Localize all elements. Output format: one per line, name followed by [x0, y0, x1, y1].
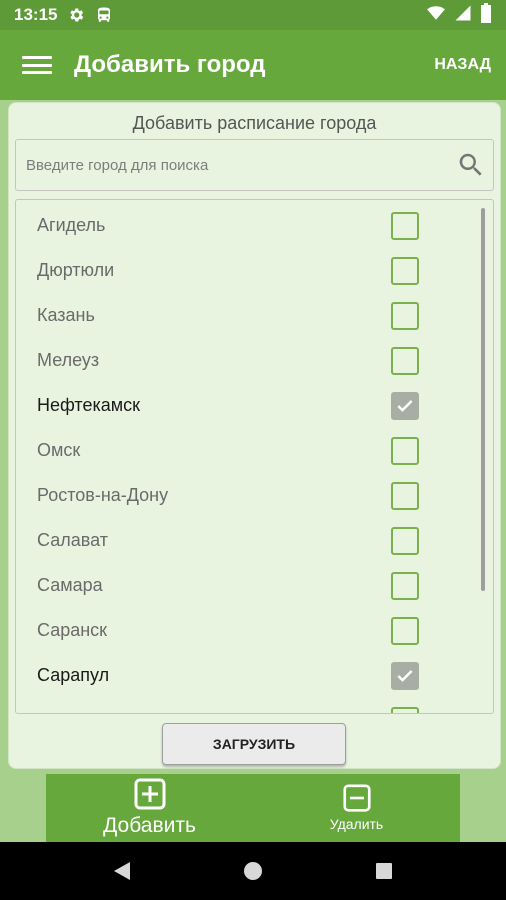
hamburger-icon[interactable]: [22, 53, 52, 77]
city-checkbox[interactable]: [391, 346, 419, 375]
recents-icon[interactable]: [374, 861, 394, 881]
home-icon[interactable]: [242, 860, 264, 882]
city-checkbox[interactable]: [391, 661, 419, 690]
load-button[interactable]: ЗАГРУЗИТЬ: [162, 723, 346, 765]
list-item[interactable]: Сарапул: [16, 653, 493, 698]
list-item[interactable]: Казань: [16, 293, 493, 338]
city-name: Нефтекамск: [37, 395, 141, 415]
battery-icon: [480, 2, 492, 28]
city-checkbox[interactable]: [391, 391, 419, 420]
list-item[interactable]: Дюртюли: [16, 248, 493, 293]
list-item[interactable]: Ростов-на-Дону: [16, 473, 493, 518]
city-checkbox[interactable]: [391, 481, 419, 510]
city-checkbox[interactable]: [391, 436, 419, 465]
city-list[interactable]: Агидель Дюртюли Казань Мелеуз Нефтекамск…: [15, 199, 494, 714]
city-name: Самара: [37, 575, 103, 595]
city-name: Омск: [37, 440, 81, 460]
signal-icon: [454, 4, 472, 27]
list-item-partial[interactable]: [16, 698, 493, 713]
page-title: Добавить город: [74, 51, 266, 78]
city-name: Ростов-на-Дону: [37, 485, 169, 505]
check-icon: [397, 669, 413, 682]
nav-remove-label: Удалить: [329, 816, 384, 832]
search-box: [15, 139, 494, 191]
list-scrollbar[interactable]: [481, 208, 485, 591]
city-checkbox[interactable]: [391, 256, 419, 285]
city-checkbox[interactable]: [391, 301, 419, 330]
back-button[interactable]: НАЗАД: [434, 56, 491, 74]
list-item[interactable]: Мелеуз: [16, 338, 493, 383]
add-city-card: Добавить расписание города Агидель Дюртю…: [8, 102, 501, 769]
city-name: Мелеуз: [37, 350, 100, 370]
plus-box-icon: [134, 778, 165, 810]
city-checkbox[interactable]: [391, 571, 419, 600]
city-name: Салават: [37, 530, 108, 550]
app-bar: Добавить город НАЗАД: [0, 30, 506, 100]
city-name: Казань: [37, 305, 95, 325]
city-checkbox[interactable]: [391, 616, 419, 645]
list-item[interactable]: Агидель: [16, 203, 493, 248]
city-name: Агидель: [37, 215, 106, 235]
city-checkbox[interactable]: [391, 706, 419, 713]
city-name: Сарапул: [37, 665, 110, 685]
bottom-nav: Добавить Удалить: [46, 774, 460, 842]
card-title: Добавить расписание города: [132, 113, 377, 133]
back-icon[interactable]: [112, 860, 132, 882]
nav-add-label: Добавить: [103, 814, 196, 837]
system-nav-bar: [0, 842, 506, 900]
city-checkbox[interactable]: [391, 211, 419, 240]
minus-box-icon: [342, 784, 371, 812]
list-item[interactable]: Нефтекамск: [16, 383, 493, 428]
status-bar: 13:15: [0, 0, 506, 30]
status-time: 13:15: [14, 5, 58, 24]
city-name: Саранск: [37, 620, 108, 640]
nav-remove-button[interactable]: Удалить: [253, 774, 460, 842]
bus-icon: [95, 6, 113, 24]
city-name: Дюртюли: [37, 260, 115, 280]
search-input[interactable]: [16, 156, 449, 174]
wifi-icon: [426, 4, 446, 27]
list-item[interactable]: Самара: [16, 563, 493, 608]
gear-icon: [67, 6, 85, 24]
nav-add-button[interactable]: Добавить: [46, 774, 253, 842]
search-icon[interactable]: [449, 150, 493, 180]
check-icon: [397, 399, 413, 412]
city-checkbox[interactable]: [391, 526, 419, 555]
list-item[interactable]: Саранск: [16, 608, 493, 653]
list-item[interactable]: Омск: [16, 428, 493, 473]
list-item[interactable]: Салават: [16, 518, 493, 563]
